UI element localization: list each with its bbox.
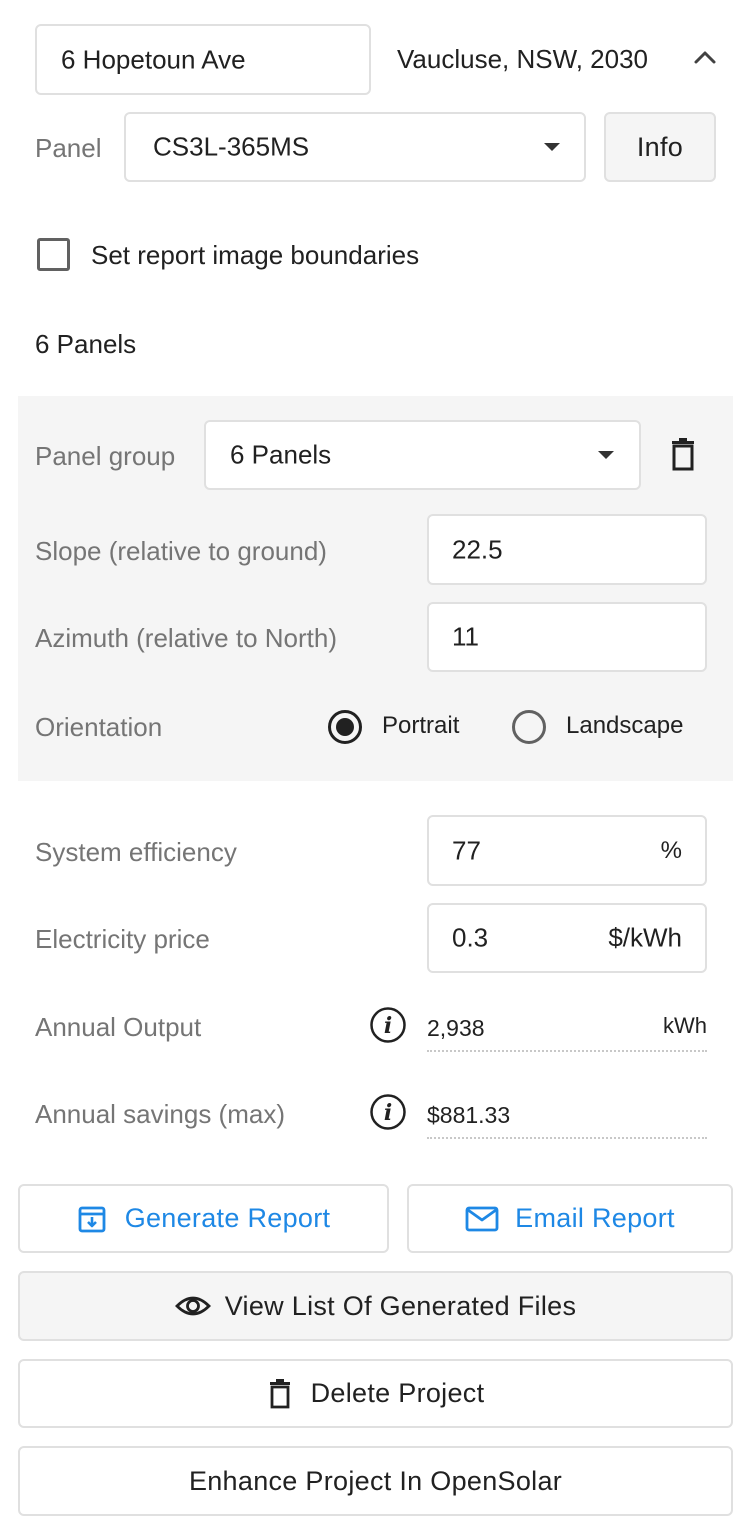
email-report-button[interactable]: Email Report xyxy=(407,1184,733,1253)
annual-output-field: 2,938 kWh xyxy=(427,1005,707,1052)
electricity-price-input[interactable]: 0.3 $/kWh xyxy=(427,903,707,973)
street-address-value: 6 Hopetoun Ave xyxy=(61,44,246,74)
azimuth-input[interactable]: 11 xyxy=(427,602,707,672)
generate-report-label: Generate Report xyxy=(124,1203,331,1233)
view-generated-files-label: View List Of Generated Files xyxy=(224,1290,577,1321)
info-icon[interactable]: i xyxy=(369,1006,407,1044)
azimuth-value: 11 xyxy=(452,621,479,652)
azimuth-label: Azimuth (relative to North) xyxy=(35,623,337,653)
panels-heading: 6 Panels xyxy=(35,329,137,359)
mail-icon xyxy=(465,1206,499,1232)
trash-icon xyxy=(267,1378,293,1409)
generate-report-button[interactable]: Generate Report xyxy=(18,1184,389,1253)
info-button[interactable]: Info xyxy=(604,112,716,182)
electricity-price-label: Electricity price xyxy=(35,924,210,954)
street-address-field[interactable]: 6 Hopetoun Ave xyxy=(35,24,371,95)
eye-icon xyxy=(174,1294,211,1318)
delete-project-label: Delete Project xyxy=(310,1378,485,1408)
system-efficiency-input[interactable]: 77 % xyxy=(427,815,707,886)
annual-savings-value: $881.33 xyxy=(427,1102,511,1128)
system-efficiency-value: 77 xyxy=(452,835,481,865)
svg-text:i: i xyxy=(384,1013,392,1039)
panel-group-select-value: 6 Panels xyxy=(230,439,332,470)
annual-output-unit: kWh xyxy=(663,1013,707,1038)
locality-text: Vaucluse, NSW, 2030 xyxy=(397,44,648,74)
panel-select[interactable]: CS3L-365MS xyxy=(124,112,586,182)
enhance-opensolar-button[interactable]: Enhance Project In OpenSolar xyxy=(18,1446,733,1516)
electricity-price-unit: $/kWh xyxy=(608,922,682,953)
annual-output-label: Annual Output xyxy=(35,1012,202,1042)
landscape-radio-label[interactable]: Landscape xyxy=(566,712,683,740)
annual-savings-field: $881.33 xyxy=(427,1092,707,1139)
report-boundaries-checkbox[interactable] xyxy=(37,238,70,271)
portrait-radio[interactable] xyxy=(327,709,363,745)
annual-output-value: 2,938 xyxy=(427,1015,485,1041)
panel-group-select[interactable]: 6 Panels xyxy=(204,420,641,490)
portrait-radio-label[interactable]: Portrait xyxy=(382,712,459,740)
system-efficiency-unit: % xyxy=(660,836,682,864)
electricity-price-value: 0.3 xyxy=(452,922,489,953)
download-report-icon xyxy=(77,1204,107,1234)
orientation-label: Orientation xyxy=(35,712,163,742)
delete-project-button[interactable]: Delete Project xyxy=(18,1359,733,1428)
info-icon[interactable]: i xyxy=(369,1093,407,1131)
slope-input[interactable]: 22.5 xyxy=(427,514,707,585)
slope-value: 22.5 xyxy=(452,534,503,564)
slope-label: Slope (relative to ground) xyxy=(35,536,327,566)
landscape-radio[interactable] xyxy=(511,709,547,745)
info-button-label: Info xyxy=(636,131,684,162)
enhance-opensolar-label: Enhance Project In OpenSolar xyxy=(188,1465,563,1496)
svg-text:i: i xyxy=(384,1100,392,1126)
annual-savings-label: Annual savings (max) xyxy=(35,1099,285,1129)
panel-label: Panel xyxy=(35,133,102,163)
chevron-up-icon[interactable] xyxy=(692,46,718,68)
email-report-label: Email Report xyxy=(515,1203,675,1233)
chevron-down-icon xyxy=(544,143,560,151)
report-boundaries-label[interactable]: Set report image boundaries xyxy=(91,240,419,271)
system-efficiency-label: System efficiency xyxy=(35,837,237,867)
panel-select-value: CS3L-365MS xyxy=(153,131,310,162)
panel-group-label: Panel group xyxy=(35,441,176,471)
view-generated-files-button[interactable]: View List Of Generated Files xyxy=(18,1271,733,1341)
trash-icon[interactable] xyxy=(668,438,698,472)
chevron-down-icon xyxy=(598,451,614,459)
